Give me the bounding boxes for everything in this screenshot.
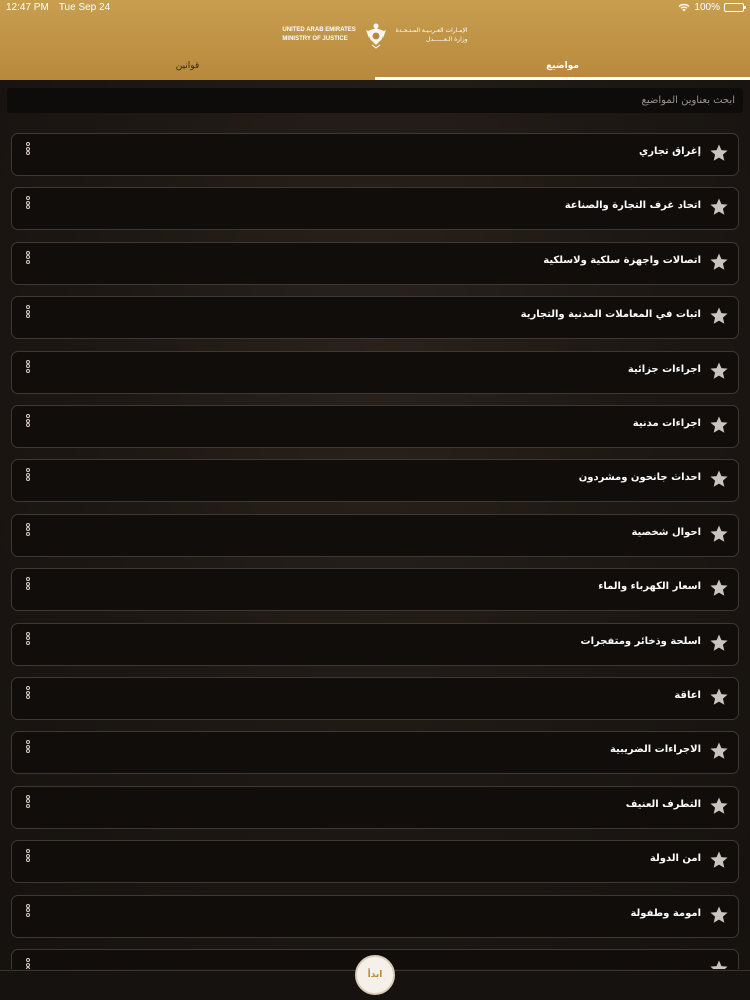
star-icon[interactable] — [709, 741, 729, 761]
list-item-title: اتصالات واجهزة سلكية ولاسلكية — [543, 254, 701, 266]
list-item-title: التطرف العنيف — [625, 798, 701, 810]
list-item-title: امن الدولة — [649, 853, 701, 865]
battery-icon — [724, 3, 746, 12]
list-item-title: إغراق تجاري — [639, 146, 701, 157]
more-options-icon[interactable] — [25, 686, 31, 700]
list-item[interactable]: اسعار الكهرباء والماء — [11, 568, 739, 612]
list-item[interactable]: اتصالات واجهزة سلكية ولاسلكية — [11, 241, 739, 285]
list-item-title: اتحاد غرف التجارة والصناعة — [564, 200, 701, 212]
list-item[interactable]: امن الدولة — [11, 840, 739, 884]
list-item-title: اجراءات مدنية — [632, 418, 701, 429]
more-options-icon[interactable] — [25, 631, 31, 646]
more-options-icon[interactable] — [25, 250, 31, 265]
list-item-title: اجراءات جزائية — [627, 363, 701, 375]
star-icon[interactable] — [709, 361, 729, 381]
star-icon[interactable] — [709, 306, 729, 326]
star-icon[interactable] — [709, 796, 729, 816]
status-bar: 12:47 PM Tue Sep 24 100% — [0, 0, 750, 16]
star-icon[interactable] — [709, 197, 729, 217]
list-item-title: احداث جانحون ومشردون — [578, 472, 701, 484]
search-bar — [7, 88, 743, 113]
topics-list: إغراق تجاري اتحاد غرف التجارة والصناعة اتص… — [11, 133, 739, 969]
list-item-title: اثبات في المعاملات المدنية والتجارية — [520, 309, 701, 321]
battery-percent: 100% — [694, 2, 720, 13]
list-item-title: احوال شخصية — [631, 526, 701, 538]
ministry-logo: UNITED ARAB EMIRATES MINISTRY OF JUSTICE… — [270, 20, 480, 50]
list-item[interactable]: اتحاد غرف التجارة والصناعة — [11, 187, 739, 231]
list-item[interactable]: احوال شخصية — [11, 513, 739, 557]
app-header: 12:47 PM Tue Sep 24 100% UNITED ARAB EMI… — [0, 0, 750, 80]
more-options-icon[interactable] — [25, 903, 31, 918]
list-item[interactable]: اجراءات مدنية — [11, 405, 739, 448]
start-button[interactable]: ابدأ — [355, 955, 395, 995]
list-item[interactable]: إغراق تجاري — [11, 133, 739, 176]
more-options-icon[interactable] — [25, 305, 31, 319]
list-item[interactable]: امومة وطفولة — [11, 894, 739, 938]
more-options-icon[interactable] — [25, 522, 31, 537]
more-options-icon[interactable] — [25, 142, 31, 156]
list-item[interactable]: التطرف العنيف — [11, 785, 739, 829]
more-options-icon[interactable] — [25, 414, 31, 428]
list-item[interactable]: اعاقة — [11, 677, 739, 720]
star-icon[interactable] — [709, 687, 729, 707]
status-date: Tue Sep 24 — [58, 2, 111, 13]
list-item[interactable]: اجراءات جزائية — [11, 350, 739, 394]
status-time: 12:47 PM — [6, 2, 49, 13]
list-item-title: اسلحة وذخائر ومتفجرات — [580, 635, 701, 647]
tab-bar: قوانين مواضيع — [0, 57, 750, 80]
star-icon[interactable] — [709, 633, 729, 653]
more-options-icon[interactable] — [25, 196, 31, 210]
logo-en-line2: MINISTRY OF JUSTICE — [282, 36, 348, 42]
logo-english: UNITED ARAB EMIRATES MINISTRY OF JUSTICE — [282, 26, 355, 44]
more-options-icon[interactable] — [25, 958, 31, 969]
list-item[interactable]: الاجراءات الضريبية — [11, 731, 739, 775]
more-options-icon[interactable] — [25, 577, 31, 591]
more-options-icon[interactable] — [25, 794, 31, 809]
more-options-icon[interactable] — [25, 359, 31, 374]
star-icon[interactable] — [709, 959, 729, 969]
falcon-emblem-icon — [364, 21, 388, 49]
search-input[interactable] — [15, 95, 735, 106]
logo-ar-line2: وزارة الـعــــــدل — [425, 36, 468, 43]
wifi-icon — [678, 3, 690, 12]
list-item-title: الاجراءات الضريبية — [609, 744, 701, 756]
star-icon[interactable] — [709, 905, 729, 925]
star-icon[interactable] — [709, 252, 729, 272]
logo-en-line1: UNITED ARAB EMIRATES — [282, 27, 356, 33]
star-icon[interactable] — [709, 524, 729, 544]
star-icon[interactable] — [709, 143, 729, 163]
logo-ar-line1: الإمـارات العـربـيـة المـتـحـدة — [395, 27, 468, 34]
star-icon[interactable] — [709, 850, 729, 870]
more-options-icon[interactable] — [25, 740, 31, 754]
more-options-icon[interactable] — [25, 468, 31, 482]
list-item-title: اسعار الكهرباء والماء — [598, 581, 701, 593]
star-icon[interactable] — [709, 578, 729, 598]
list-item-title: امومة وطفولة — [630, 907, 701, 919]
list-item[interactable]: اسلحة وذخائر ومتفجرات — [11, 622, 739, 666]
star-icon[interactable] — [709, 415, 729, 435]
list-item-title: اعاقة — [674, 690, 701, 701]
list-item[interactable]: اثبات في المعاملات المدنية والتجارية — [11, 296, 739, 340]
logo-arabic: الإمـارات العـربـيـة المـتـحـدة وزارة ال… — [396, 26, 468, 44]
list-item[interactable]: احداث جانحون ومشردون — [11, 459, 739, 503]
star-icon[interactable] — [709, 469, 729, 489]
more-options-icon[interactable] — [25, 849, 31, 863]
tab-topics[interactable]: مواضيع — [375, 57, 750, 80]
tab-laws[interactable]: قوانين — [0, 57, 375, 80]
